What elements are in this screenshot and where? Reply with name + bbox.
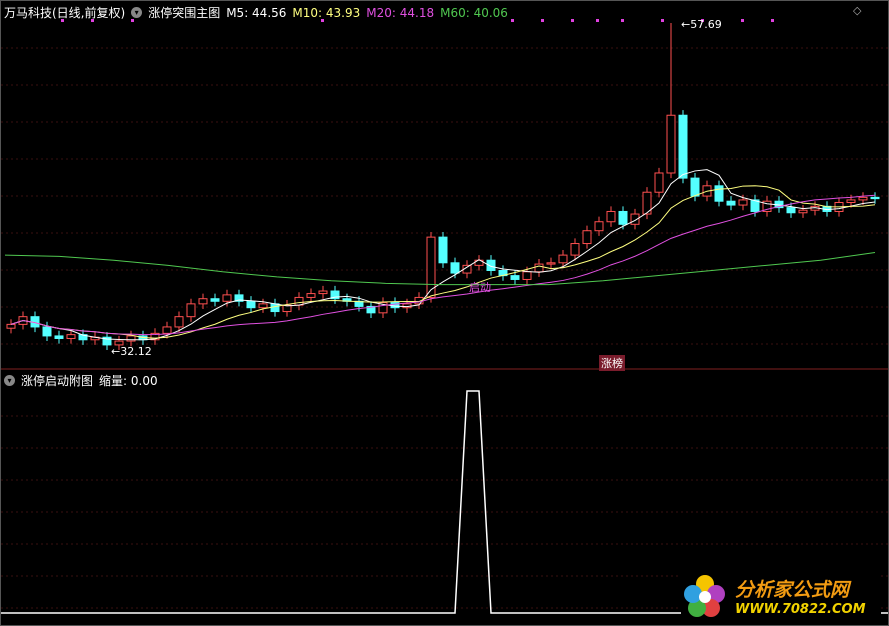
signal-dot — [571, 19, 574, 22]
indicator-name[interactable]: 涨停突围主图 — [148, 4, 220, 21]
candle-down — [246, 300, 256, 309]
low-price-label: ←32.12 — [111, 345, 152, 358]
candle-up — [570, 243, 580, 256]
candle-down — [390, 302, 400, 309]
candle-up — [126, 335, 136, 342]
candle-up — [318, 290, 328, 295]
high-price-label: ←57.69 — [681, 18, 722, 31]
candle-down — [42, 326, 52, 337]
candle-up — [858, 196, 868, 201]
chart-canvas[interactable]: ←57.69 ←32.12 启动 — [1, 1, 889, 626]
limit-up-tag: 涨榜 — [599, 355, 625, 371]
dropdown-icon[interactable]: ▾ — [131, 7, 143, 18]
candle-up — [6, 323, 16, 329]
candle-up — [654, 172, 664, 193]
candle-down — [618, 210, 628, 225]
candle-up — [66, 334, 76, 339]
settings-diamond-icon[interactable]: ◇ — [853, 4, 861, 17]
candle-up — [546, 262, 556, 265]
candle-up — [162, 326, 172, 334]
candle-down — [678, 114, 688, 179]
flower-logo-icon — [684, 574, 725, 617]
candle-up — [174, 316, 184, 328]
signal-dot — [771, 19, 774, 22]
candle-down — [450, 262, 460, 274]
candle-up — [594, 221, 604, 232]
candle-up — [558, 254, 568, 264]
candle-up — [606, 210, 616, 223]
signal-start-label: 启动 — [469, 281, 491, 294]
candle-down — [438, 236, 448, 264]
candle-up — [258, 303, 268, 309]
ma5-value: M5: 44.56 — [226, 5, 287, 20]
candle-down — [690, 177, 700, 197]
signal-dot — [511, 19, 514, 22]
stock-chart-window: ←57.69 ←32.12 启动 万马科技(日线,前复权) ▾ 涨停突围主图 M5:… — [0, 0, 889, 626]
signal-dot — [661, 19, 664, 22]
candle-down — [210, 298, 220, 302]
candle-up — [582, 230, 592, 245]
candle-down — [270, 303, 280, 313]
signal-dot — [621, 19, 624, 22]
signal-dot — [741, 19, 744, 22]
sub-header: ▾ 涨停启动附图 缩量: 0.00 — [4, 372, 158, 389]
ma20-value: M20: 44.18 — [366, 5, 435, 20]
signal-dot — [541, 19, 544, 22]
candle-down — [54, 335, 64, 339]
candle-up — [738, 199, 748, 206]
candle-down — [714, 185, 724, 202]
sub-indicator-name[interactable]: 涨停启动附图 — [21, 372, 93, 389]
candle-up — [198, 298, 208, 305]
candle-up — [534, 263, 544, 273]
candle-down — [786, 207, 796, 214]
candle-down — [870, 196, 880, 200]
candle-up — [846, 199, 856, 203]
main-header: 万马科技(日线,前复权) ▾ 涨停突围主图 M5: 44.56 M10: 43.… — [4, 4, 508, 21]
candle-up — [666, 114, 676, 174]
candle-down — [726, 200, 736, 206]
candle-up — [306, 293, 316, 298]
ma10-value: M10: 43.93 — [292, 5, 361, 20]
logo-url: WWW.70822.COM — [735, 601, 866, 617]
dropdown-icon[interactable]: ▾ — [4, 375, 15, 386]
signal-dot — [596, 19, 599, 22]
candle-up — [798, 209, 808, 214]
ma60-value: M60: 40.06 — [440, 5, 508, 20]
candle-down — [510, 275, 520, 280]
stock-title: 万马科技(日线,前复权) — [4, 6, 126, 20]
candle-up — [186, 303, 196, 318]
candle-up — [222, 294, 232, 302]
logo-name: 分析家公式网 — [735, 578, 850, 601]
volume-value: 缩量: 0.00 — [99, 374, 158, 388]
logo: 分析家公式网 WWW.70822.COM — [681, 568, 881, 623]
candle-up — [522, 271, 532, 280]
